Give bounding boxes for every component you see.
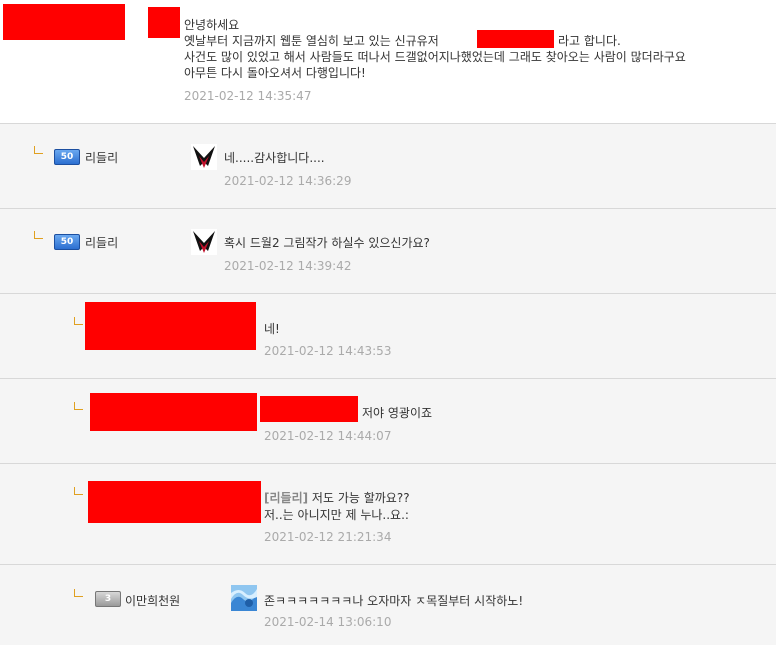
comment-text: 저야 영광이죠 xyxy=(362,406,433,420)
comment-timestamp: 2021-02-12 14:43:53 xyxy=(264,344,392,358)
post-timestamp: 2021-02-12 14:35:47 xyxy=(184,89,312,103)
redacted-avatar xyxy=(148,7,180,38)
comment-text: 네! xyxy=(264,322,280,336)
reply-arrow-icon xyxy=(34,231,43,239)
comment-text: 존ㅋㅋㅋㅋㅋㅋㅋ나 오자마자 ㅈ목질부터 시작하노! xyxy=(264,594,524,608)
reply-arrow-icon xyxy=(74,317,83,325)
comment-timestamp: 2021-02-14 13:06:10 xyxy=(264,615,392,629)
separator xyxy=(0,208,776,209)
comment-timestamp: 2021-02-12 14:44:07 xyxy=(264,429,392,443)
comment-timestamp: 2021-02-12 14:36:29 xyxy=(224,174,352,188)
avatar-icon[interactable] xyxy=(191,144,217,170)
comment-text-line-1: [리들리] 저도 가능 할까요?? xyxy=(264,490,410,506)
redacted-name xyxy=(477,30,554,48)
redacted-user xyxy=(90,393,257,431)
separator xyxy=(0,463,776,464)
level-badge-icon: 50 xyxy=(54,149,80,165)
comment-nickname[interactable]: 이만희천원 xyxy=(125,592,180,609)
separator xyxy=(0,293,776,294)
comment-nickname[interactable]: 리들리 xyxy=(85,234,118,251)
post-line-1: 안녕하세요 xyxy=(184,18,240,32)
post-line-2: 옛날부터 지금까지 웹툰 열심히 보고 있는 신규유저 xyxy=(184,34,439,48)
comment-text: 저도 가능 할까요?? xyxy=(311,491,410,505)
comment-timestamp: 2021-02-12 21:21:34 xyxy=(264,530,392,544)
reply-arrow-icon xyxy=(74,589,83,597)
redacted-user xyxy=(85,302,256,350)
redacted-avatar xyxy=(260,396,358,422)
comments-background xyxy=(0,124,776,645)
comment-text: 네.....감사합니다.... xyxy=(224,151,325,165)
comment-timestamp: 2021-02-12 14:39:42 xyxy=(224,259,352,273)
comment-nickname[interactable]: 리들리 xyxy=(85,149,118,166)
post-line-2-suffix: 라고 합니다. xyxy=(558,34,621,48)
separator xyxy=(0,564,776,565)
avatar-icon[interactable] xyxy=(191,229,217,255)
redacted-author xyxy=(3,4,125,40)
mention-tag[interactable]: [리들리] xyxy=(264,491,308,505)
separator xyxy=(0,123,776,124)
post-line-4: 아무튼 다시 돌아오셔서 다행입니다! xyxy=(184,66,366,80)
reply-arrow-icon xyxy=(74,402,83,410)
level-badge-icon: 50 xyxy=(54,234,80,250)
redacted-user xyxy=(88,481,261,523)
reply-arrow-icon xyxy=(34,146,43,154)
level-badge-icon: 3 xyxy=(95,591,121,607)
separator xyxy=(0,378,776,379)
avatar-icon[interactable] xyxy=(231,585,257,611)
comment-text: 혹시 드월2 그림작가 하실수 있으신가요? xyxy=(224,236,430,250)
reply-arrow-icon xyxy=(74,487,83,495)
comment-text-line-2: 저..는 아니지만 제 누나..요.: xyxy=(264,508,409,522)
post-line-3: 사건도 많이 있었고 해서 사람들도 떠나서 드갤없어지나했었는데 그래도 찾아… xyxy=(184,50,686,64)
